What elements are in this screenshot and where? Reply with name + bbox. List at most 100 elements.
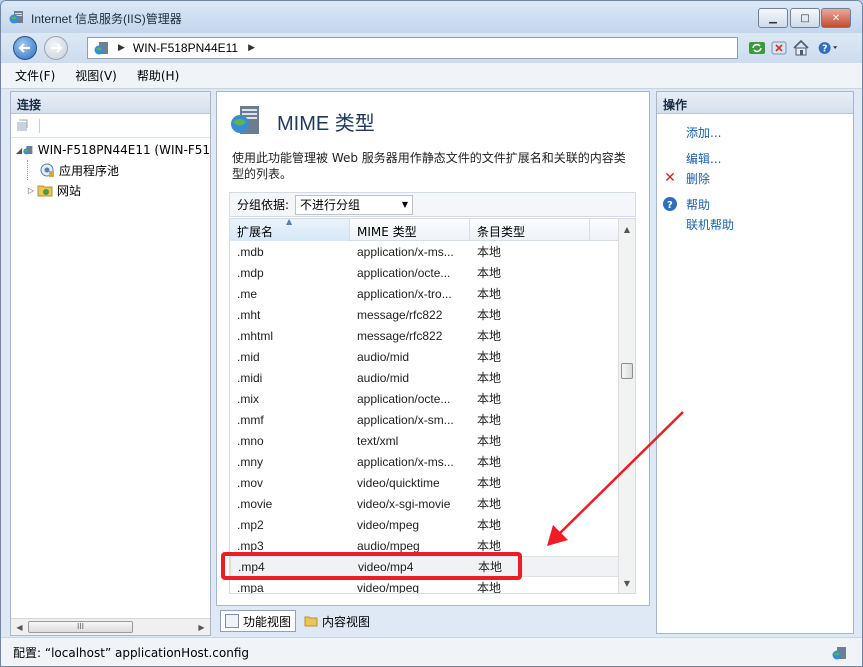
back-arrow-icon	[18, 43, 30, 53]
expand-icon[interactable]: ▷	[25, 186, 37, 195]
group-by-value: 不进行分组	[300, 198, 361, 212]
connections-panel: 连接 ◢ WIN-F518PN44E11 (WIN-F51 应用程序池 ▷ 网站…	[10, 91, 211, 636]
forward-arrow-icon	[51, 43, 63, 53]
cell-mime-type: application/octe...	[357, 391, 451, 406]
app-pool-icon	[40, 163, 54, 177]
action-remove[interactable]: ✕ 删除	[657, 168, 853, 188]
table-row[interactable]: .mdp application/octe... 本地	[230, 262, 620, 283]
connections-header: 连接	[11, 92, 210, 114]
cell-entry-type: 本地	[477, 434, 502, 448]
collapse-icon[interactable]: ◢	[15, 146, 23, 155]
table-row[interactable]: .mny application/x-ms... 本地	[230, 451, 620, 472]
close-button[interactable]: ✕	[821, 8, 851, 28]
scroll-thumb[interactable]: III	[28, 621, 133, 633]
cell-entry-type: 本地	[477, 518, 502, 532]
table-row[interactable]: .mix application/octe... 本地	[230, 388, 620, 409]
back-button[interactable]	[13, 36, 37, 60]
cell-entry-type: 本地	[477, 581, 502, 594]
cell-extension: .mdb	[237, 244, 264, 259]
tree-label-server[interactable]: WIN-F518PN44E11 (WIN-F51	[38, 143, 210, 157]
menu-help[interactable]: 帮助(H)	[137, 67, 179, 84]
table-row[interactable]: .mid audio/mid 本地	[230, 346, 620, 367]
breadcrumb-separator-end[interactable]: ▶	[248, 43, 255, 53]
scroll-thumb[interactable]	[621, 363, 633, 379]
tab-label-features-view: 功能视图	[243, 614, 292, 629]
address-bar[interactable]: ▶ WIN-F518PN44E11 ▶	[87, 37, 738, 59]
table-row[interactable]: .mhtml message/rfc822 本地	[230, 325, 620, 346]
action-help[interactable]: ? 帮助	[657, 194, 853, 214]
column-label-entry-type: 条目类型	[477, 225, 526, 239]
table-row[interactable]: .me application/x-tro... 本地	[230, 283, 620, 304]
actions-header: 操作	[657, 92, 853, 114]
group-by-label: 分组依据:	[237, 198, 290, 212]
connections-hscroll[interactable]: ◀ III ▶	[11, 618, 210, 635]
stop-icon[interactable]	[768, 37, 790, 59]
refresh-icon[interactable]	[746, 37, 768, 59]
menu-view[interactable]: 视图(V)	[75, 67, 117, 84]
action-edit[interactable]: 编辑...	[657, 148, 853, 168]
home-icon[interactable]	[790, 37, 812, 59]
title-bar: Internet 信息服务(IIS)管理器 ▁ □ ✕	[1, 1, 862, 33]
tree-label-sites[interactable]: 网站	[57, 182, 81, 199]
scroll-up-icon[interactable]: ▲	[619, 221, 635, 237]
column-header-entry-type[interactable]: 条目类型	[470, 219, 590, 241]
cell-entry-type: 本地	[477, 287, 502, 301]
scroll-left-icon[interactable]: ◀	[11, 619, 28, 635]
cell-mime-type: application/x-sm...	[357, 412, 454, 427]
column-header-extension[interactable]: ▲ 扩展名	[230, 219, 350, 241]
tab-features-view[interactable]: 功能视图	[220, 610, 297, 632]
cell-extension: .mdp	[237, 265, 264, 280]
tree-node-app-pools[interactable]: 应用程序池	[15, 160, 210, 180]
tree-node-sites[interactable]: ▷ 网站	[15, 180, 210, 200]
cell-extension: .mht	[237, 307, 261, 322]
table-row[interactable]: .mov video/quicktime 本地	[230, 472, 620, 493]
navigation-bar: ▶ WIN-F518PN44E11 ▶ ?	[1, 33, 862, 63]
cell-extension: .mmf	[237, 412, 264, 427]
delete-icon: ✕	[664, 170, 676, 186]
table-row[interactable]: .movie video/x-sgi-movie 本地	[230, 493, 620, 514]
connect-icon[interactable]	[15, 118, 31, 134]
table-row[interactable]: .mno text/xml 本地	[230, 430, 620, 451]
cell-mime-type: audio/mid	[357, 349, 410, 364]
column-header-mime-type[interactable]: MIME 类型	[350, 219, 470, 241]
table-row[interactable]: .midi audio/mid 本地	[230, 367, 620, 388]
cell-extension: .mid	[237, 349, 260, 364]
cell-extension: .mp2	[237, 517, 264, 532]
cell-extension: .movie	[237, 496, 273, 511]
breadcrumb-server[interactable]: WIN-F518PN44E11	[133, 41, 238, 55]
svg-text:?: ?	[822, 43, 827, 54]
group-by-select[interactable]: 不进行分组 ▼	[295, 194, 414, 215]
table-row[interactable]: .mp3 audio/mpeg 本地	[230, 535, 620, 556]
help-icon: ?	[663, 197, 677, 211]
sites-folder-icon	[37, 185, 53, 197]
tree-node-server[interactable]: ◢ WIN-F518PN44E11 (WIN-F51	[15, 140, 210, 160]
tree-label-app-pools[interactable]: 应用程序池	[59, 162, 119, 179]
scroll-right-icon[interactable]: ▶	[193, 619, 210, 635]
table-row[interactable]: .mdb application/x-ms... 本地	[230, 241, 620, 262]
cell-entry-type: 本地	[477, 308, 502, 322]
scroll-down-icon[interactable]: ▼	[619, 575, 635, 591]
help-dropdown-icon[interactable]: ?	[817, 37, 839, 59]
mime-types-icon	[231, 106, 259, 134]
action-add[interactable]: 添加...	[657, 122, 853, 142]
feature-description: 使用此功能管理被 Web 服务器用作静态文件的文件扩展名和关联的内容类型的列表。	[232, 151, 626, 181]
cell-extension: .mno	[237, 433, 264, 448]
minimize-button[interactable]: ▁	[758, 8, 788, 28]
table-row[interactable]: .mp2 video/mpeg 本地	[230, 514, 620, 535]
cell-extension: .mny	[237, 454, 264, 469]
table-row[interactable]: .mmf application/x-sm... 本地	[230, 409, 620, 430]
cell-extension: .mp3	[237, 538, 264, 553]
action-online-help[interactable]: 联机帮助	[657, 214, 853, 234]
dropdown-arrow-icon: ▼	[401, 200, 409, 209]
table-row[interactable]: .mpa video/mpeg 本地	[230, 577, 620, 594]
menu-file[interactable]: 文件(F)	[15, 67, 55, 84]
table-row[interactable]: .mht message/rfc822 本地	[230, 304, 620, 325]
tab-content-view[interactable]: 内容视图	[300, 610, 374, 632]
forward-button[interactable]	[44, 36, 68, 60]
actions-list: 添加... 编辑... ✕ 删除 ? 帮助 联机帮助	[657, 114, 853, 234]
features-view-icon	[225, 614, 239, 628]
maximize-button[interactable]: □	[790, 8, 820, 28]
table-row[interactable]: .mp4 video/mp4 本地	[230, 556, 620, 577]
breadcrumb-separator[interactable]: ▶	[118, 43, 125, 53]
table-vscroll[interactable]: ▲ ▼	[618, 219, 635, 593]
